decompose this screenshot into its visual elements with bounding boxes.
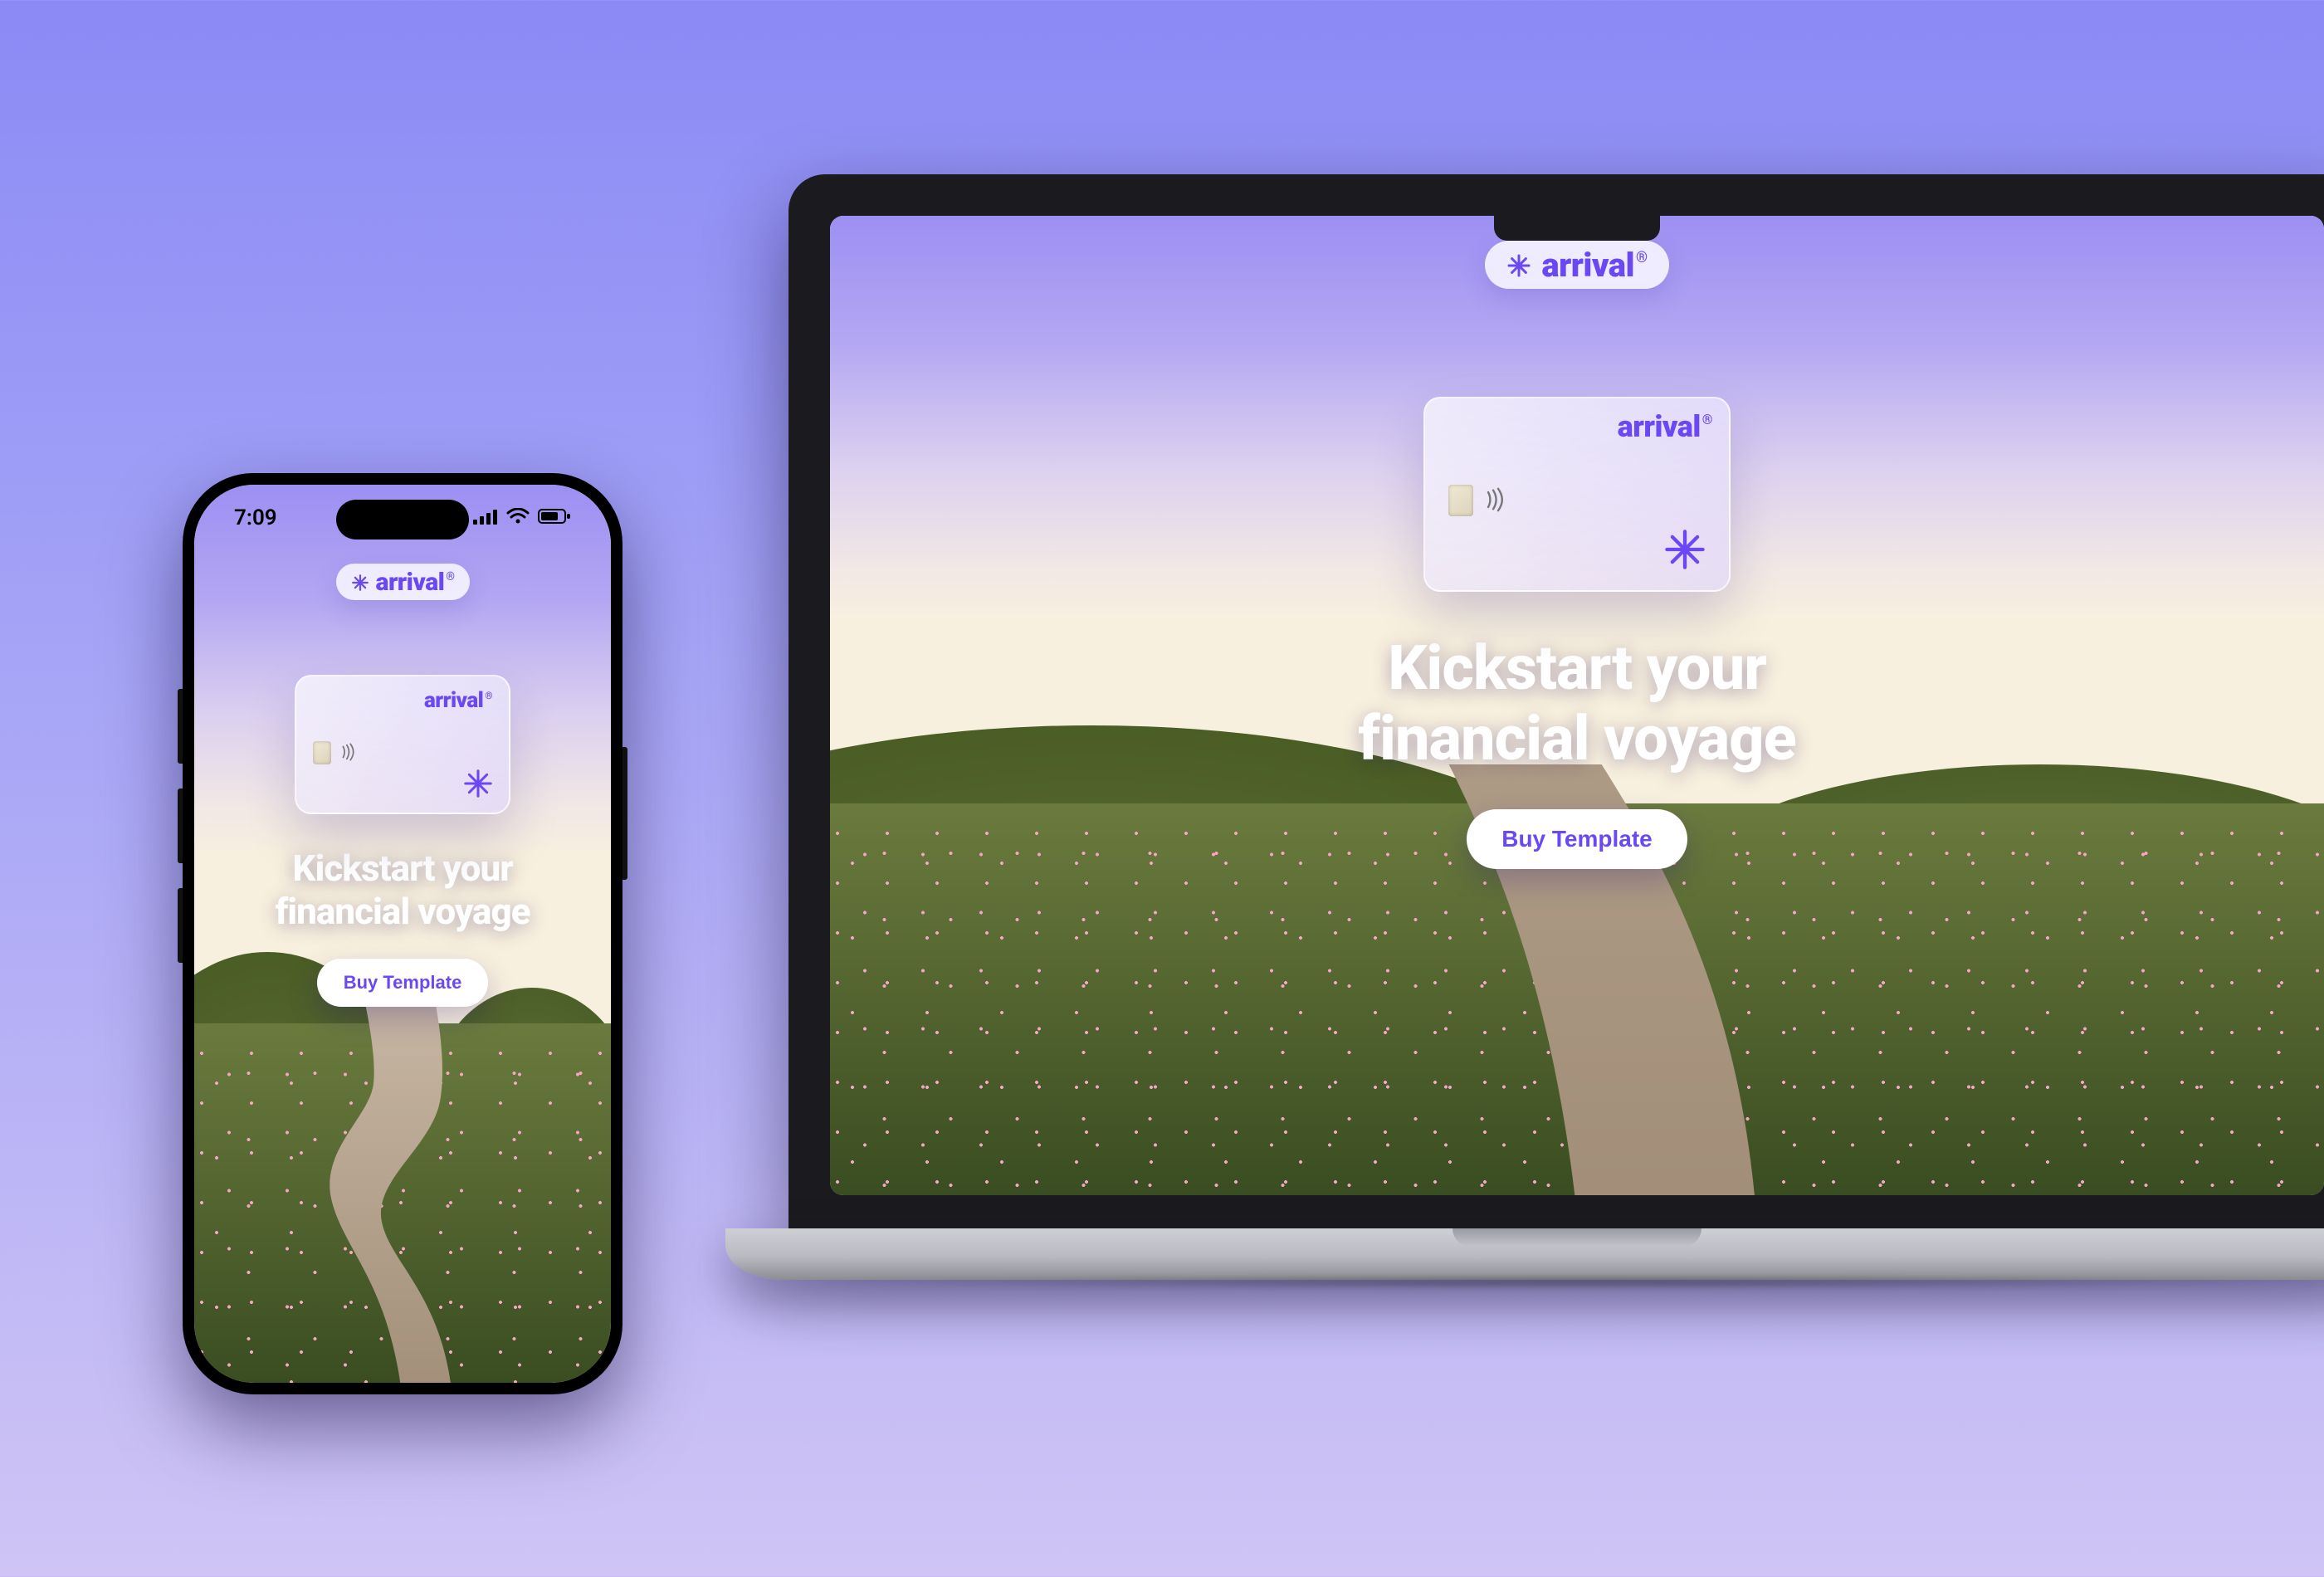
- buy-template-button[interactable]: Buy Template: [1467, 809, 1687, 869]
- laptop-screen: arrival® arrival®: [830, 216, 2324, 1195]
- spark-icon: [1506, 253, 1531, 278]
- battery-icon: [538, 505, 571, 530]
- spark-icon: [351, 574, 369, 592]
- spark-icon: [462, 768, 494, 799]
- buy-template-button[interactable]: Buy Template: [317, 959, 489, 1007]
- spark-icon: [1662, 527, 1707, 572]
- laptop-base: [725, 1228, 2324, 1280]
- status-time: 7:09: [234, 505, 277, 530]
- app-view-desktop: arrival® arrival®: [830, 216, 2324, 1195]
- phone-screen: 7:09: [194, 485, 611, 1383]
- wifi-icon: [506, 505, 530, 530]
- phone-mockup: 7:09: [183, 473, 622, 1394]
- brand-name: arrival®: [376, 570, 455, 595]
- laptop-mockup: arrival® arrival®: [788, 174, 2324, 1280]
- laptop-notch: [1494, 216, 1660, 241]
- card-chip-icon: [313, 741, 331, 764]
- hero-headline: Kickstart your financial voyage: [1358, 633, 1795, 774]
- card-chip-icon: [1448, 485, 1473, 516]
- nfc-icon: [1483, 485, 1508, 515]
- credit-card-graphic: arrival®: [295, 675, 510, 814]
- app-view-mobile: arrival® arrival® Kickstar: [194, 485, 611, 1383]
- dynamic-island: [336, 500, 469, 540]
- nfc-icon: [339, 741, 358, 763]
- card-brand-label: arrival®: [424, 690, 492, 711]
- credit-card-graphic: arrival®: [1423, 397, 1731, 592]
- brand-pill[interactable]: arrival®: [1485, 241, 1668, 289]
- brand-name: arrival®: [1541, 249, 1647, 282]
- card-brand-label: arrival®: [1618, 412, 1712, 442]
- hero-headline: Kickstart your financial voyage: [275, 847, 530, 934]
- cellular-icon: [473, 505, 498, 530]
- brand-pill[interactable]: arrival®: [336, 564, 470, 600]
